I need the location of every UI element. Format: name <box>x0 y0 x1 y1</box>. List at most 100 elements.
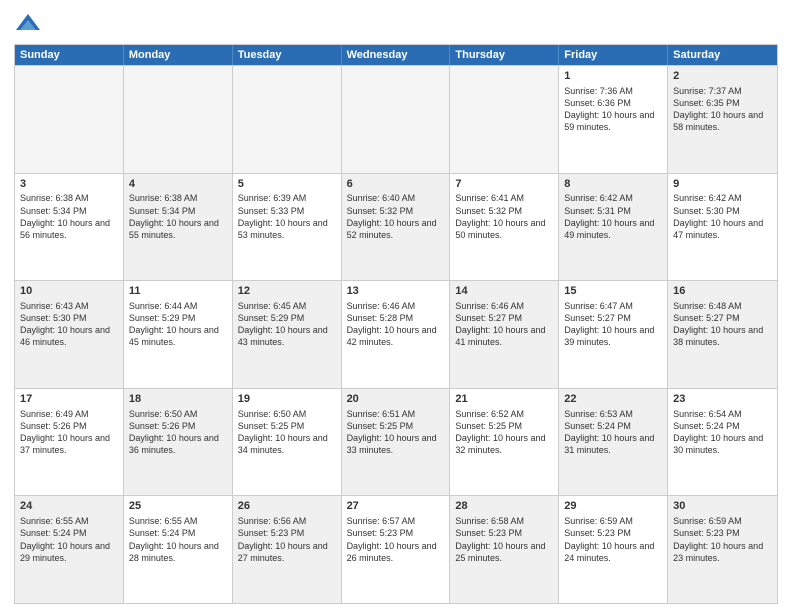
calendar-cell: 18Sunrise: 6:50 AM Sunset: 5:26 PM Dayli… <box>124 389 233 496</box>
day-info: Sunrise: 7:37 AM Sunset: 6:35 PM Dayligh… <box>673 85 772 134</box>
calendar-cell: 12Sunrise: 6:45 AM Sunset: 5:29 PM Dayli… <box>233 281 342 388</box>
day-number: 21 <box>455 392 553 407</box>
calendar-cell <box>450 66 559 173</box>
weekday-header: Friday <box>559 45 668 65</box>
day-info: Sunrise: 6:42 AM Sunset: 5:31 PM Dayligh… <box>564 192 662 241</box>
calendar-cell: 22Sunrise: 6:53 AM Sunset: 5:24 PM Dayli… <box>559 389 668 496</box>
calendar-row: 1Sunrise: 7:36 AM Sunset: 6:36 PM Daylig… <box>15 65 777 173</box>
day-info: Sunrise: 6:48 AM Sunset: 5:27 PM Dayligh… <box>673 300 772 349</box>
day-number: 14 <box>455 284 553 299</box>
weekday-header: Tuesday <box>233 45 342 65</box>
calendar-cell: 20Sunrise: 6:51 AM Sunset: 5:25 PM Dayli… <box>342 389 451 496</box>
calendar-cell: 27Sunrise: 6:57 AM Sunset: 5:23 PM Dayli… <box>342 496 451 603</box>
calendar-cell: 16Sunrise: 6:48 AM Sunset: 5:27 PM Dayli… <box>668 281 777 388</box>
day-number: 2 <box>673 69 772 84</box>
day-info: Sunrise: 6:57 AM Sunset: 5:23 PM Dayligh… <box>347 515 445 564</box>
day-number: 20 <box>347 392 445 407</box>
day-info: Sunrise: 6:51 AM Sunset: 5:25 PM Dayligh… <box>347 408 445 457</box>
calendar-cell: 21Sunrise: 6:52 AM Sunset: 5:25 PM Dayli… <box>450 389 559 496</box>
day-info: Sunrise: 6:55 AM Sunset: 5:24 PM Dayligh… <box>129 515 227 564</box>
calendar-cell <box>124 66 233 173</box>
day-number: 9 <box>673 177 772 192</box>
calendar-cell <box>342 66 451 173</box>
weekday-header: Thursday <box>450 45 559 65</box>
day-info: Sunrise: 6:41 AM Sunset: 5:32 PM Dayligh… <box>455 192 553 241</box>
calendar-cell: 25Sunrise: 6:55 AM Sunset: 5:24 PM Dayli… <box>124 496 233 603</box>
weekday-header: Monday <box>124 45 233 65</box>
calendar-cell: 3Sunrise: 6:38 AM Sunset: 5:34 PM Daylig… <box>15 174 124 281</box>
day-info: Sunrise: 6:59 AM Sunset: 5:23 PM Dayligh… <box>564 515 662 564</box>
calendar-cell: 24Sunrise: 6:55 AM Sunset: 5:24 PM Dayli… <box>15 496 124 603</box>
day-info: Sunrise: 6:40 AM Sunset: 5:32 PM Dayligh… <box>347 192 445 241</box>
calendar-cell: 28Sunrise: 6:58 AM Sunset: 5:23 PM Dayli… <box>450 496 559 603</box>
day-number: 18 <box>129 392 227 407</box>
day-info: Sunrise: 6:46 AM Sunset: 5:27 PM Dayligh… <box>455 300 553 349</box>
calendar-cell: 2Sunrise: 7:37 AM Sunset: 6:35 PM Daylig… <box>668 66 777 173</box>
calendar-cell: 23Sunrise: 6:54 AM Sunset: 5:24 PM Dayli… <box>668 389 777 496</box>
calendar-cell: 8Sunrise: 6:42 AM Sunset: 5:31 PM Daylig… <box>559 174 668 281</box>
calendar-cell: 17Sunrise: 6:49 AM Sunset: 5:26 PM Dayli… <box>15 389 124 496</box>
calendar-row: 10Sunrise: 6:43 AM Sunset: 5:30 PM Dayli… <box>15 280 777 388</box>
day-info: Sunrise: 6:53 AM Sunset: 5:24 PM Dayligh… <box>564 408 662 457</box>
day-number: 12 <box>238 284 336 299</box>
weekday-header: Saturday <box>668 45 777 65</box>
calendar-cell: 29Sunrise: 6:59 AM Sunset: 5:23 PM Dayli… <box>559 496 668 603</box>
day-number: 25 <box>129 499 227 514</box>
calendar-row: 24Sunrise: 6:55 AM Sunset: 5:24 PM Dayli… <box>15 495 777 603</box>
day-number: 22 <box>564 392 662 407</box>
calendar-cell: 11Sunrise: 6:44 AM Sunset: 5:29 PM Dayli… <box>124 281 233 388</box>
day-number: 1 <box>564 69 662 84</box>
calendar-cell: 5Sunrise: 6:39 AM Sunset: 5:33 PM Daylig… <box>233 174 342 281</box>
day-number: 8 <box>564 177 662 192</box>
day-number: 5 <box>238 177 336 192</box>
calendar-cell: 26Sunrise: 6:56 AM Sunset: 5:23 PM Dayli… <box>233 496 342 603</box>
day-number: 23 <box>673 392 772 407</box>
calendar-cell: 4Sunrise: 6:38 AM Sunset: 5:34 PM Daylig… <box>124 174 233 281</box>
day-info: Sunrise: 6:39 AM Sunset: 5:33 PM Dayligh… <box>238 192 336 241</box>
calendar-row: 3Sunrise: 6:38 AM Sunset: 5:34 PM Daylig… <box>15 173 777 281</box>
day-info: Sunrise: 6:46 AM Sunset: 5:28 PM Dayligh… <box>347 300 445 349</box>
day-number: 28 <box>455 499 553 514</box>
day-info: Sunrise: 6:42 AM Sunset: 5:30 PM Dayligh… <box>673 192 772 241</box>
day-number: 29 <box>564 499 662 514</box>
calendar-cell: 6Sunrise: 6:40 AM Sunset: 5:32 PM Daylig… <box>342 174 451 281</box>
day-info: Sunrise: 6:50 AM Sunset: 5:26 PM Dayligh… <box>129 408 227 457</box>
day-info: Sunrise: 6:52 AM Sunset: 5:25 PM Dayligh… <box>455 408 553 457</box>
day-info: Sunrise: 6:47 AM Sunset: 5:27 PM Dayligh… <box>564 300 662 349</box>
calendar-cell: 7Sunrise: 6:41 AM Sunset: 5:32 PM Daylig… <box>450 174 559 281</box>
calendar-cell: 14Sunrise: 6:46 AM Sunset: 5:27 PM Dayli… <box>450 281 559 388</box>
calendar-row: 17Sunrise: 6:49 AM Sunset: 5:26 PM Dayli… <box>15 388 777 496</box>
calendar-cell: 19Sunrise: 6:50 AM Sunset: 5:25 PM Dayli… <box>233 389 342 496</box>
day-number: 26 <box>238 499 336 514</box>
day-number: 16 <box>673 284 772 299</box>
day-info: Sunrise: 6:38 AM Sunset: 5:34 PM Dayligh… <box>129 192 227 241</box>
day-number: 11 <box>129 284 227 299</box>
calendar-cell <box>233 66 342 173</box>
calendar-cell: 9Sunrise: 6:42 AM Sunset: 5:30 PM Daylig… <box>668 174 777 281</box>
calendar-cell: 15Sunrise: 6:47 AM Sunset: 5:27 PM Dayli… <box>559 281 668 388</box>
day-info: Sunrise: 6:55 AM Sunset: 5:24 PM Dayligh… <box>20 515 118 564</box>
day-info: Sunrise: 6:58 AM Sunset: 5:23 PM Dayligh… <box>455 515 553 564</box>
day-info: Sunrise: 7:36 AM Sunset: 6:36 PM Dayligh… <box>564 85 662 134</box>
day-number: 4 <box>129 177 227 192</box>
day-number: 13 <box>347 284 445 299</box>
day-number: 30 <box>673 499 772 514</box>
calendar-cell: 10Sunrise: 6:43 AM Sunset: 5:30 PM Dayli… <box>15 281 124 388</box>
day-info: Sunrise: 6:56 AM Sunset: 5:23 PM Dayligh… <box>238 515 336 564</box>
calendar-body: 1Sunrise: 7:36 AM Sunset: 6:36 PM Daylig… <box>15 65 777 603</box>
logo <box>14 10 46 38</box>
day-info: Sunrise: 6:44 AM Sunset: 5:29 PM Dayligh… <box>129 300 227 349</box>
calendar-cell <box>15 66 124 173</box>
day-info: Sunrise: 6:45 AM Sunset: 5:29 PM Dayligh… <box>238 300 336 349</box>
day-number: 19 <box>238 392 336 407</box>
calendar-header-row: SundayMondayTuesdayWednesdayThursdayFrid… <box>15 45 777 65</box>
calendar: SundayMondayTuesdayWednesdayThursdayFrid… <box>14 44 778 604</box>
day-number: 6 <box>347 177 445 192</box>
page: SundayMondayTuesdayWednesdayThursdayFrid… <box>0 0 792 612</box>
logo-icon <box>14 10 42 38</box>
day-info: Sunrise: 6:38 AM Sunset: 5:34 PM Dayligh… <box>20 192 118 241</box>
weekday-header: Sunday <box>15 45 124 65</box>
calendar-cell: 1Sunrise: 7:36 AM Sunset: 6:36 PM Daylig… <box>559 66 668 173</box>
day-info: Sunrise: 6:59 AM Sunset: 5:23 PM Dayligh… <box>673 515 772 564</box>
day-number: 15 <box>564 284 662 299</box>
